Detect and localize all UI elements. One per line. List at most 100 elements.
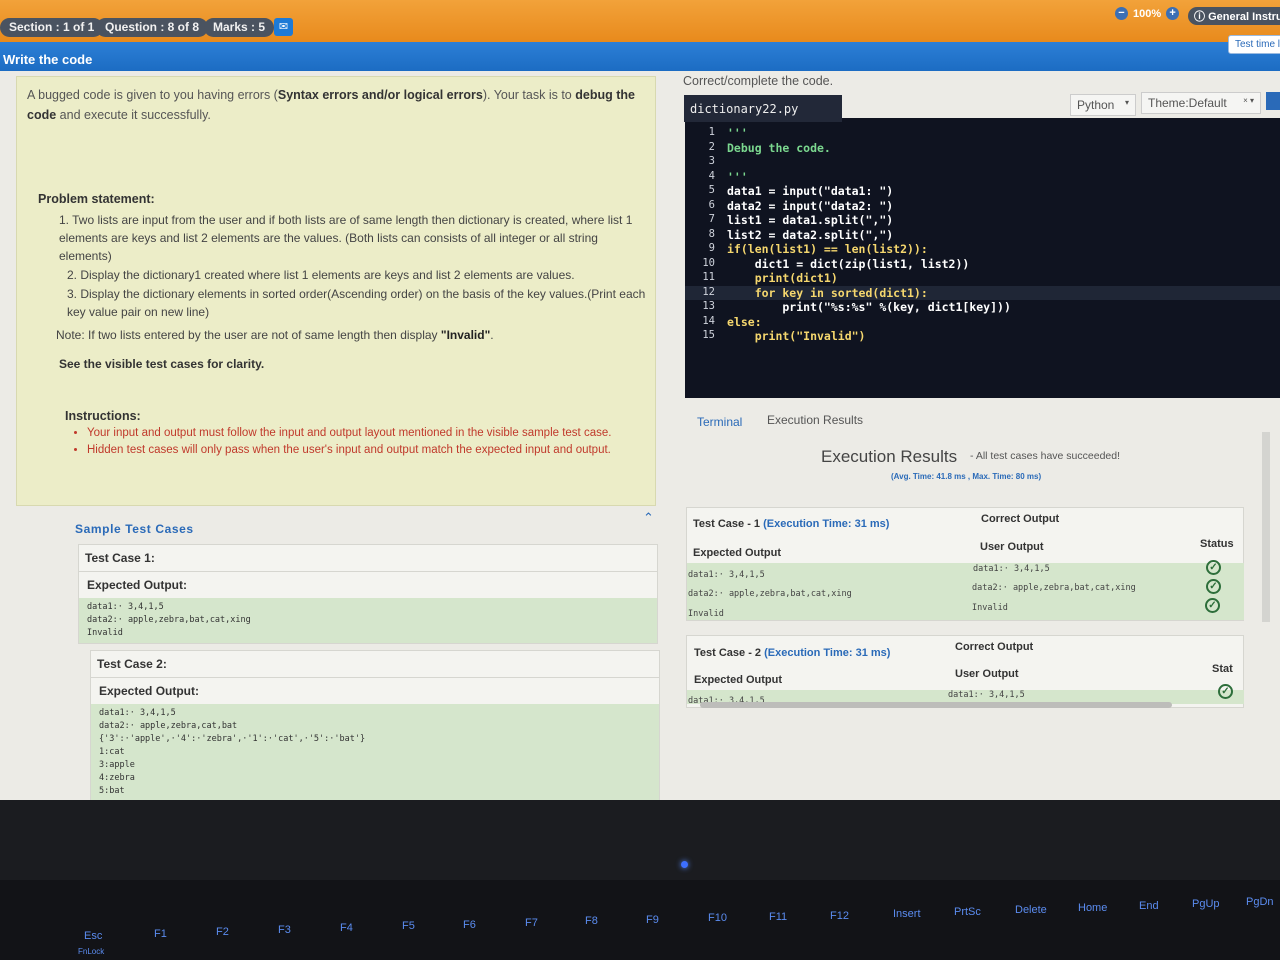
theme-value: Theme:Default [1148,96,1227,110]
code-line[interactable]: 3 [685,155,1280,170]
zoom-control: − 100% + [1115,7,1180,20]
code-line[interactable]: 11 print(dict1) [685,271,1280,286]
key-f4: F4 [340,922,353,934]
chat-icon[interactable]: ✉ [274,18,293,36]
key-f11: F11 [769,911,788,923]
code-line[interactable]: 12 for key in sorted(dict1): [685,285,1280,300]
collapse-chevron-icon[interactable]: ⌃ [643,510,654,526]
line-number: 15 [702,329,715,341]
code-text: list2 = data2.split(",") [727,227,894,242]
key-delete: Delete [1015,904,1047,916]
user-output-label: User Output [955,668,1019,680]
line-number: 7 [708,213,715,225]
code-text: print(dict1) [727,271,838,285]
zoom-out-icon[interactable]: − [1115,7,1128,20]
execution-results-title: Execution Results [821,447,958,466]
key-pgdn: PgDn [1246,896,1274,908]
correct-output-label: Correct Output [981,513,1060,525]
key-pgup: PgUp [1192,898,1220,910]
question-pill[interactable]: Question : 8 of 8 [96,18,209,37]
result-case-exec-time: (Execution Time: 31 ms) [764,647,891,659]
sample-test-case-2: Test Case 2: Expected Output: data1:· 3,… [90,650,660,800]
pass-check-icon: ✓ [1206,560,1221,575]
code-line[interactable]: 13 print("%s:%s" %(key, dict1[key])) [685,300,1280,315]
test-case-label: Test Case 1: [79,545,657,572]
code-line[interactable]: 5 data1 = input("data1: ") [685,184,1280,199]
key-fnlock: FnLock [78,947,105,956]
line-number: 5 [708,184,715,196]
key-insert: Insert [893,908,921,920]
exam-screen: Section : 1 of 1 Question : 8 of 8 Marks… [0,0,1280,800]
horizontal-scrollbar[interactable] [700,702,1172,708]
line-number: 6 [708,198,715,211]
line-number: 2 [708,140,715,153]
instructions-list: Your input and output must follow the in… [87,425,647,459]
code-line[interactable]: 2 Debug the code. [685,141,1280,156]
status-label: Status [1200,538,1234,550]
laptop-keyboard: Esc FnLock F1 F2 F3 F4 F5 F6 F7 F8 F9 F1… [0,880,1280,960]
line-number: 14 [702,314,715,327]
line-number: 4 [708,169,715,182]
result-case-label: Test Case - 1 [693,518,761,530]
code-text: data1 = input("data1: ") [727,184,894,198]
problem-item: 3. Display the dictionary elements in so… [67,287,646,319]
section-pill: Section : 1 of 1 [0,18,104,37]
code-line[interactable]: 6 data2 = input("data2: ") [685,199,1280,214]
intro-text-1: A bugged code is given to you having err… [27,88,278,102]
user-line: Invalid [972,603,1008,613]
problem-statement-list: 1. Two lists are input from the user and… [59,211,649,322]
intro-text-3: and execute it successfully. [56,108,211,122]
line-number: 13 [702,300,715,312]
general-instructions-label: General Instructio [1208,11,1280,23]
code-lines: 1 ''' 2 Debug the code. 3 4 ''' 5 data1 = input(… [685,126,1280,344]
key-f3: F3 [278,924,291,936]
code-line[interactable]: 1 ''' [685,126,1280,141]
expected-output-label: Expected Output: [99,684,200,698]
code-line[interactable]: 10 dict1 = dict(zip(list1, list2)) [685,257,1280,272]
code-text: else: [727,314,762,329]
result-case-exec-time: (Execution Time: 31 ms) [763,518,890,530]
tab-terminal[interactable]: Terminal [697,415,742,429]
problem-intro: A bugged code is given to you having err… [27,85,647,125]
key-esc: Esc [84,930,103,942]
panel-toggle-icon[interactable] [1266,92,1280,110]
general-instructions-button[interactable]: ⓘ General Instructio [1188,7,1280,25]
expected-output-value: data1:· 3,4,1,5 data2:· apple,zebra,cat,… [91,704,659,800]
code-line[interactable]: 7 list1 = data1.split(",") [685,213,1280,228]
key-f6: F6 [463,919,476,931]
line-number: 11 [702,271,715,283]
user-line: data1:· 3,4,1,5 [948,690,1025,700]
zoom-in-icon[interactable]: + [1166,7,1180,20]
expected-output-label: Expected Output [693,547,782,559]
result-case-label: Test Case - 2 [694,647,762,659]
note-text: Note: If two lists entered by the user a… [56,328,494,342]
marks-pill: Marks : 5 [204,18,275,37]
test-time-button[interactable]: Test time le [1228,35,1280,54]
instruction-item: Hidden test cases will only pass when th… [87,442,647,459]
note-prefix: Note: If two lists entered by the user a… [56,328,441,342]
webcam-led [681,861,688,868]
user-output-label: User Output [980,541,1044,553]
code-text: print("Invalid") [727,329,866,343]
instructions-title: Instructions: [65,409,141,423]
code-line[interactable]: 15 print("Invalid") [685,329,1280,344]
theme-select[interactable]: Theme:Default × ▾ [1141,92,1261,114]
line-number: 9 [708,242,715,254]
expected-output-label: Expected Output [694,674,783,686]
execution-success-message: - All test cases have succeeded! [970,450,1120,462]
intro-bold-1: Syntax errors and/or logical errors [277,88,483,102]
language-select[interactable]: Python ▾ [1070,94,1136,116]
code-text: ''' [727,126,748,140]
results-scrollbar[interactable] [1262,432,1270,622]
code-text: data2 = input("data2: ") [727,198,894,213]
status-label: Stat [1212,663,1233,675]
file-tab[interactable]: dictionary22.py [684,95,842,122]
tab-execution-results[interactable]: Execution Results [767,413,863,427]
code-line[interactable]: 9 if(len(list1) == len(list2)): [685,242,1280,257]
line-number: 8 [708,227,715,240]
code-editor[interactable]: 1 ''' 2 Debug the code. 3 4 ''' 5 data1 = input(… [685,118,1280,398]
code-line[interactable]: 4 ''' [685,170,1280,185]
code-line[interactable]: 14 else: [685,315,1280,330]
code-line[interactable]: 8 list2 = data2.split(",") [685,228,1280,243]
pass-check-icon: ✓ [1206,579,1221,594]
